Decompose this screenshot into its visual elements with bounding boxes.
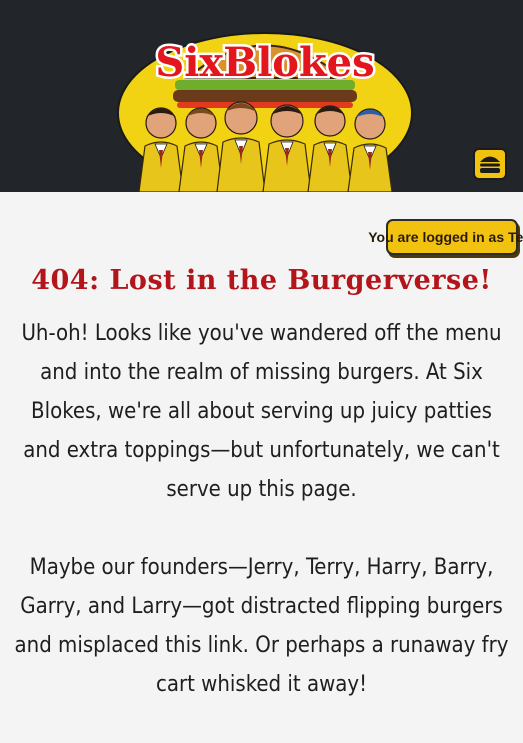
paragraph: Maybe our founders—Jerry, Terry, Harry, … (14, 555, 509, 697)
burger-icon (480, 156, 500, 173)
menu-button[interactable] (473, 148, 507, 180)
error-message: Uh-oh! Looks like you've wandered off th… (10, 314, 513, 743)
site-header: SixBlokes (0, 0, 523, 192)
logo-text: SixBlokes (155, 39, 374, 86)
logged-in-text: You are logged in as Test (368, 229, 523, 245)
logged-in-badge: You are logged in as Test (368, 219, 523, 255)
paragraph: Uh-oh! Looks like you've wandered off th… (21, 321, 502, 502)
page-title: 404: Lost in the Burgerverse! (31, 265, 492, 296)
sixblokes-logo[interactable]: SixBlokes (117, 18, 413, 192)
